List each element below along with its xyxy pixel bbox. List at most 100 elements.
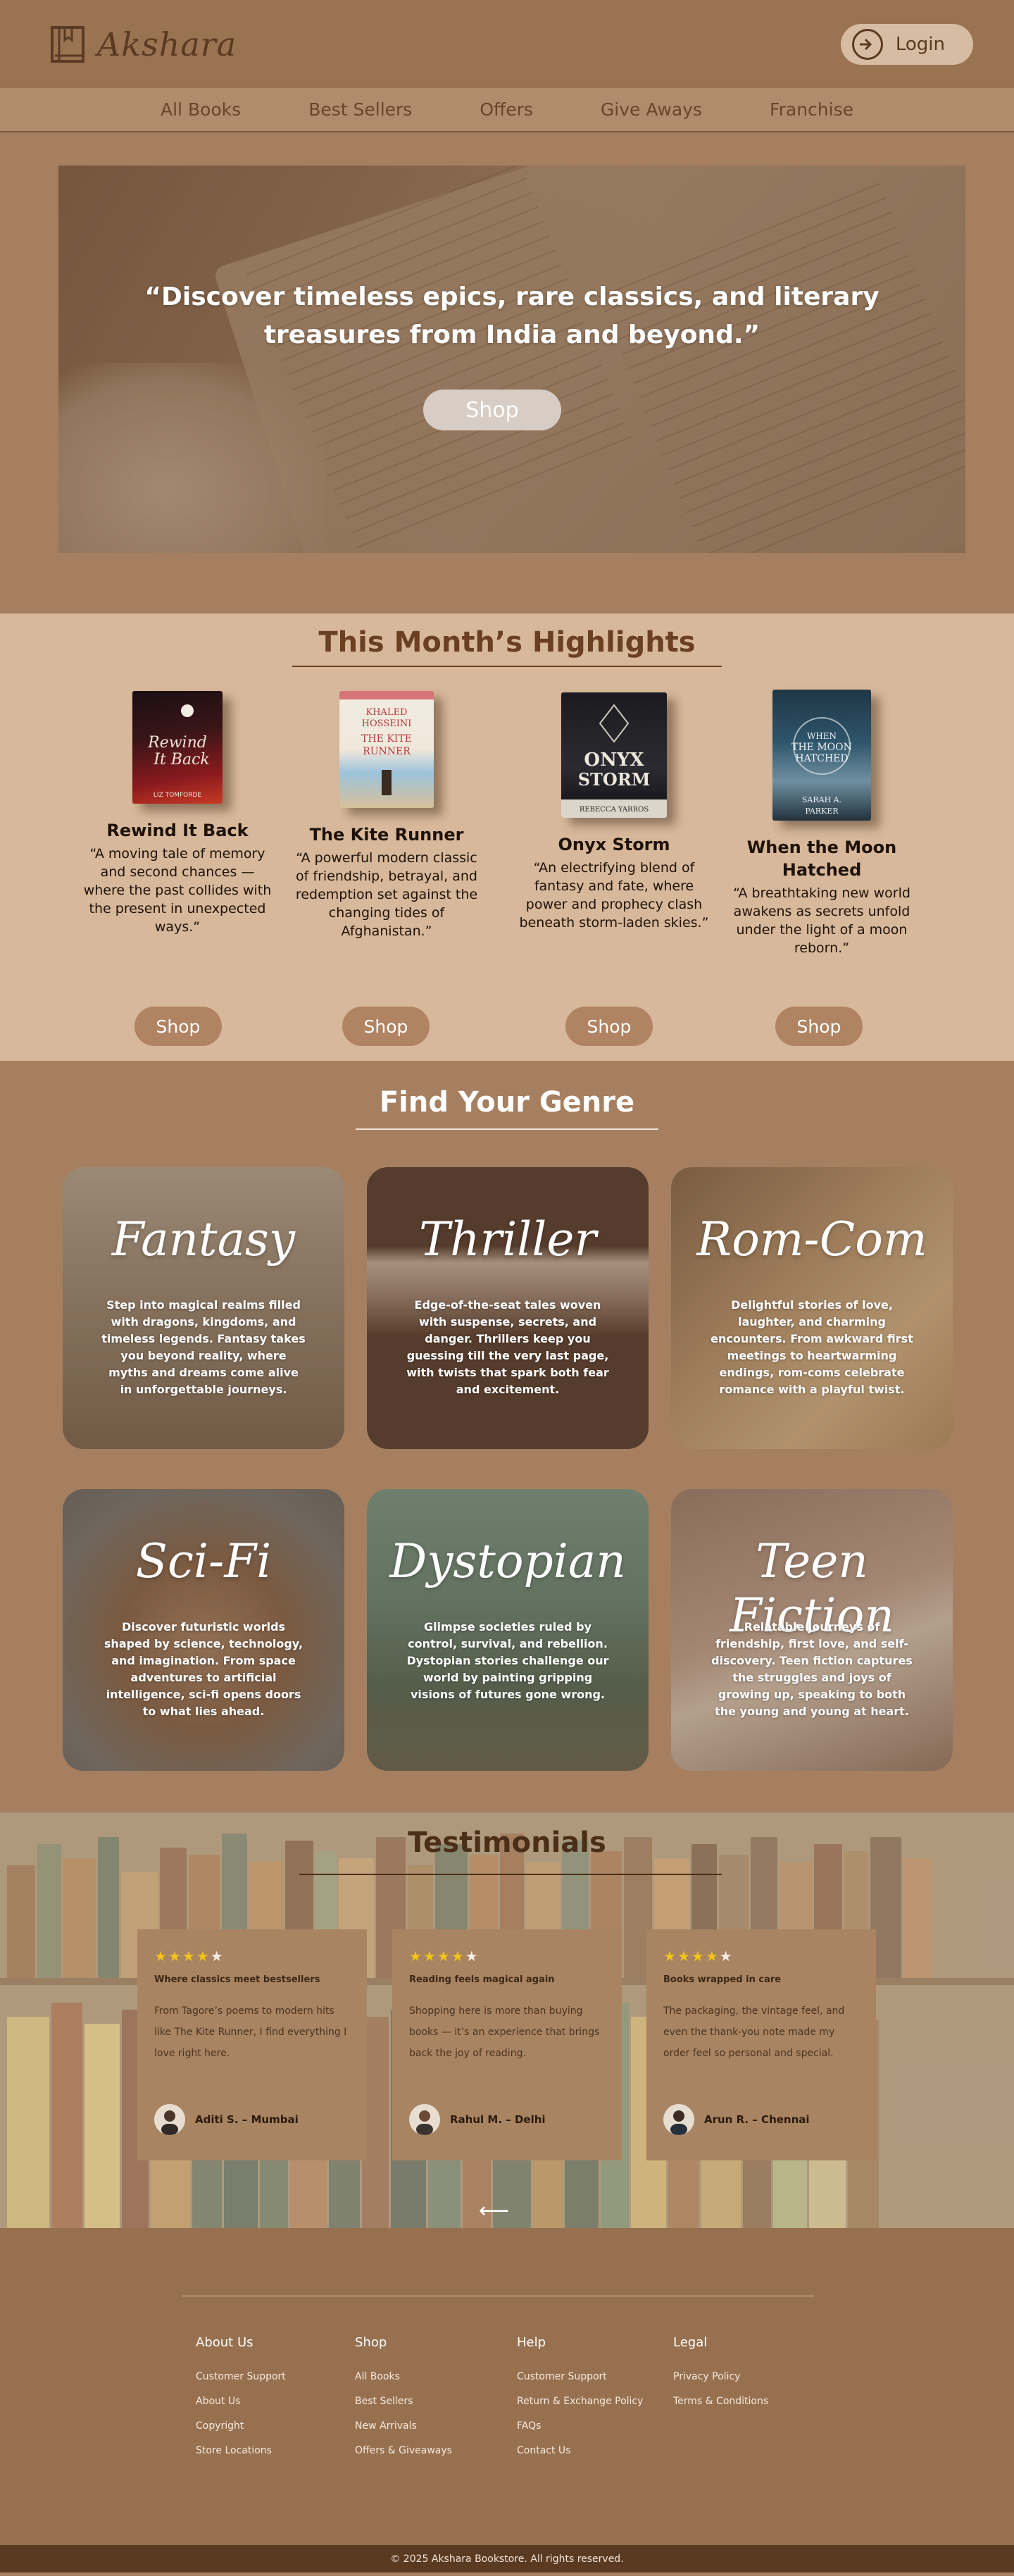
genre-name: Rom-Com [696, 1212, 927, 1267]
footer-link[interactable]: About Us [196, 2396, 286, 2407]
genre-card-thriller[interactable]: Thriller Edge-of-the-seat tales woven wi… [367, 1167, 649, 1449]
desc-line: awakens as secrets unfold [733, 904, 910, 919]
desc-line: “A powerful modern classic [296, 850, 477, 866]
hero-banner: “Discover timeless epics, rare classics,… [58, 166, 965, 553]
genre-description: Delightful stories of love, laughter, an… [711, 1298, 913, 1396]
genres-title: Find Your Genre [379, 1086, 635, 1119]
footer-column-shop: Shop All Books Best Sellers New Arrivals… [355, 2335, 452, 2470]
book-description: “An electrifying blend of fantasy and fa… [512, 859, 716, 932]
footer-heading: Help [517, 2335, 546, 2350]
footer-link[interactable]: FAQs [517, 2420, 643, 2432]
hero-shop-button[interactable]: Shop [423, 390, 561, 430]
book-cover-when-the-moon-hatched[interactable]: WHEN THE MOON HATCHED SARAH A. PARKER [772, 690, 871, 821]
desc-line: the present in unexpected [89, 901, 266, 916]
testimonials-section: Testimonials ★★★★★ Where classics meet b… [0, 1812, 1014, 2228]
footer-link[interactable]: Copyright [196, 2420, 286, 2432]
star-empty-icon: ★ [465, 1948, 480, 1965]
cover-title-line-1: ONYX [584, 749, 644, 771]
genre-card-fantasy[interactable]: Fantasy Step into magical realms filled … [63, 1167, 344, 1449]
footer-link[interactable]: New Arrivals [355, 2420, 452, 2432]
book-shop-button[interactable]: Shop [775, 1007, 863, 1046]
cover-author: HOSSEINI [362, 718, 412, 729]
book-title: The Kite Runner [309, 825, 464, 845]
footer-link[interactable]: Contact Us [517, 2445, 643, 2456]
testimonial-card: ★★★★★ Reading feels magical again Shoppi… [392, 1929, 622, 2160]
cover-title-line-2: THE MOON [791, 742, 852, 753]
highlights-section: This Month’s Highlights Rewind It Back L… [0, 614, 1014, 1061]
book-card-when-the-moon-hatched: WHEN THE MOON HATCHED SARAH A. PARKER Wh… [720, 690, 924, 957]
hero-section: “Discover timeless epics, rare classics,… [0, 132, 1014, 614]
footer-heading: Shop [355, 2335, 387, 2350]
book-logo-icon [49, 25, 86, 64]
footer-heading: About Us [196, 2335, 254, 2350]
highlights-title: This Month’s Highlights [318, 626, 696, 659]
book-cover-onyx-storm[interactable]: ONYX STORM REBECCA YARROS [561, 692, 667, 818]
footer-link[interactable]: Offers & Giveaways [355, 2445, 452, 2456]
testimonial-body: From Tagore’s poems to modern hits like … [154, 2005, 347, 2059]
book-shop-button[interactable]: Shop [565, 1007, 653, 1046]
avatar [409, 2104, 440, 2135]
desc-line: of friendship, betrayal, and [296, 869, 477, 884]
genre-name: Thriller [418, 1212, 596, 1267]
desc-line: ways.” [154, 919, 201, 935]
genre-name: Fantasy [111, 1212, 296, 1267]
nav-franchise[interactable]: Franchise [770, 99, 853, 120]
genre-card-teen-fiction[interactable]: Teen Fiction Relatable journeys of frien… [671, 1489, 953, 1771]
star-rating: ★★★★★ [663, 1948, 859, 1965]
footer-link[interactable]: Terms & Conditions [673, 2396, 768, 2407]
book-card-rewind-it-back: Rewind It Back LIZ TOMFORDE Rewind It Ba… [75, 691, 280, 936]
testimonial-headline: Reading feels magical again [409, 1974, 555, 1985]
nav-best-sellers[interactable]: Best Sellers [308, 99, 412, 120]
site-footer: About Us Customer Support About Us Copyr… [0, 2228, 1014, 2572]
footer-column-about: About Us Customer Support About Us Copyr… [196, 2335, 286, 2470]
carousel-arrow-left-icon[interactable]: ⟵ [479, 2198, 509, 2223]
author-name: Aditi S. – Mumbai [195, 2113, 299, 2126]
copyright: © 2025 Akshara Bookstore. All rights res… [0, 2545, 1014, 2572]
testimonials-title-rule [299, 1874, 722, 1875]
footer-link[interactable]: Privacy Policy [673, 2371, 768, 2382]
testimonial-headline: Books wrapped in care [663, 1974, 782, 1985]
login-button[interactable]: Login [840, 23, 973, 65]
footer-link[interactable]: Return & Exchange Policy [517, 2396, 643, 2407]
book-description: “A moving tale of memory and second chan… [75, 845, 280, 936]
genre-card-sci-fi[interactable]: Sci-Fi Discover futuristic worlds shaped… [63, 1489, 344, 1771]
genres-section: Find Your Genre Fantasy Step into magica… [0, 1061, 1014, 1812]
nav-all-books[interactable]: All Books [161, 99, 241, 120]
star-rating: ★★★★★ [409, 1948, 605, 1965]
book-description: “A powerful modern classic of friendship… [284, 849, 489, 940]
hero-quote: “Discover timeless epics, rare classics,… [58, 278, 965, 354]
cover-author: LIZ TOMFORDE [154, 792, 201, 799]
cover-title-line-1: Rewind [147, 734, 207, 752]
book-card-the-kite-runner: KHALED HOSSEINI THE KITE RUNNER The Kite… [284, 691, 489, 940]
desc-line: Afghanistan.” [341, 923, 432, 939]
star-filled-icon: ★ [705, 1948, 720, 1965]
star-filled-icon: ★ [168, 1948, 182, 1965]
star-filled-icon: ★ [423, 1948, 437, 1965]
desc-line: where the past collides with [83, 883, 272, 898]
desc-line: under the light of a moon [736, 922, 908, 938]
cover-title-line-3: HATCHED [795, 753, 848, 764]
footer-link[interactable]: Store Locations [196, 2445, 286, 2456]
nav-offers[interactable]: Offers [480, 99, 533, 120]
testimonial-body: Shopping here is more than buying books … [409, 2005, 600, 2059]
book-shop-button[interactable]: Shop [134, 1007, 222, 1046]
nav-give-aways[interactable]: Give Aways [601, 99, 702, 120]
brand[interactable]: Akshara [49, 25, 237, 64]
testimonial-author: Rahul M. – Delhi [409, 2104, 546, 2135]
footer-link[interactable]: Customer Support [517, 2371, 643, 2382]
book-cover-the-kite-runner[interactable]: KHALED HOSSEINI THE KITE RUNNER [339, 691, 434, 808]
cover-author: KHALED [366, 707, 408, 718]
star-filled-icon: ★ [663, 1948, 677, 1965]
genre-description: Step into magical realms filled with dra… [101, 1298, 306, 1396]
genre-card-rom-com[interactable]: Rom-Com Delightful stories of love, laug… [671, 1167, 953, 1449]
footer-heading: Legal [673, 2335, 708, 2350]
book-shop-button[interactable]: Shop [342, 1007, 430, 1046]
footer-link[interactable]: All Books [355, 2371, 452, 2382]
footer-link[interactable]: Best Sellers [355, 2396, 452, 2407]
star-empty-icon: ★ [719, 1948, 734, 1965]
testimonial-body: The packaging, the vintage feel, and eve… [663, 2005, 845, 2059]
genre-card-dystopian[interactable]: Dystopian Glimpse societies ruled by con… [367, 1489, 649, 1771]
footer-link[interactable]: Customer Support [196, 2371, 286, 2382]
testimonials-title: Testimonials [408, 1827, 606, 1859]
book-cover-rewind-it-back[interactable]: Rewind It Back LIZ TOMFORDE [132, 691, 223, 804]
